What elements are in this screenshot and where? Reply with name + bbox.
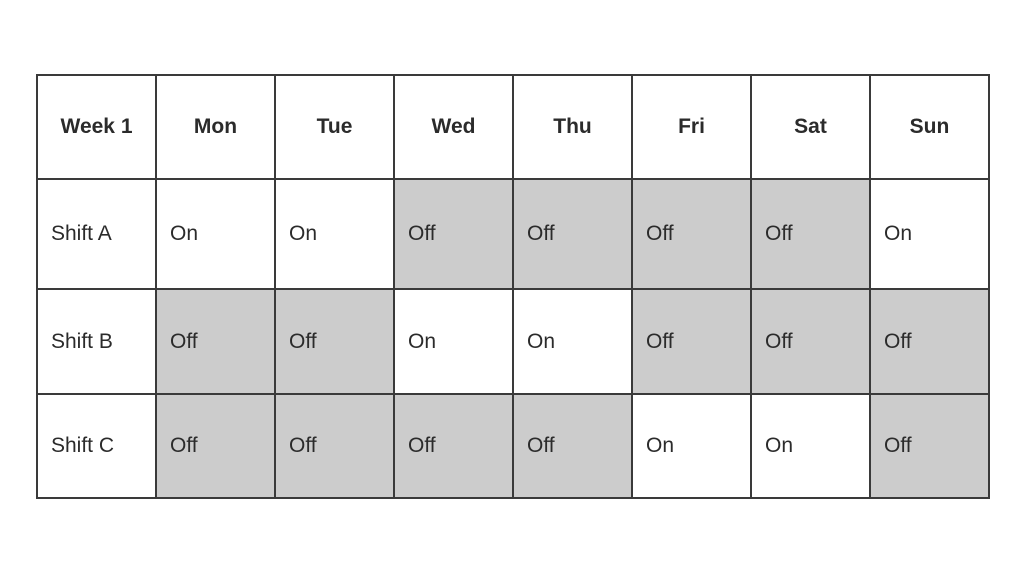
row-label-shift-c: Shift C [36, 393, 157, 499]
table-row: Shift B Off Off On On Off Off Off [36, 288, 990, 395]
cell-shift-a-wed[interactable]: Off [393, 178, 514, 290]
table-row: Shift A On On Off Off Off Off On [36, 178, 990, 290]
column-header-fri: Fri [631, 74, 752, 180]
cell-shift-c-sun[interactable]: Off [869, 393, 990, 499]
cell-shift-a-fri[interactable]: Off [631, 178, 752, 290]
cell-shift-c-mon[interactable]: Off [155, 393, 276, 499]
cell-shift-a-sun[interactable]: On [869, 178, 990, 290]
column-header-sun: Sun [869, 74, 990, 180]
row-label-shift-b: Shift B [36, 288, 157, 395]
table-header: Week 1 Mon Tue Wed Thu Fri Sat Sun [36, 74, 990, 180]
row-label-shift-a: Shift A [36, 178, 157, 290]
cell-shift-a-sat[interactable]: Off [750, 178, 871, 290]
cell-shift-a-mon[interactable]: On [155, 178, 276, 290]
cell-shift-b-wed[interactable]: On [393, 288, 514, 395]
cell-shift-b-sun[interactable]: Off [869, 288, 990, 395]
table-row: Shift C Off Off Off Off On On Off [36, 393, 990, 499]
table-body: Shift A On On Off Off Off Off On Shift B… [36, 178, 990, 499]
cell-shift-a-tue[interactable]: On [274, 178, 395, 290]
cell-shift-b-mon[interactable]: Off [155, 288, 276, 395]
cell-shift-c-tue[interactable]: Off [274, 393, 395, 499]
column-header-week: Week 1 [36, 74, 157, 180]
cell-shift-c-wed[interactable]: Off [393, 393, 514, 499]
table-header-row: Week 1 Mon Tue Wed Thu Fri Sat Sun [36, 74, 990, 180]
cell-shift-b-sat[interactable]: Off [750, 288, 871, 395]
column-header-sat: Sat [750, 74, 871, 180]
column-header-tue: Tue [274, 74, 395, 180]
shift-schedule-table: Week 1 Mon Tue Wed Thu Fri Sat Sun Shift… [36, 74, 990, 499]
column-header-thu: Thu [512, 74, 633, 180]
column-header-wed: Wed [393, 74, 514, 180]
shift-schedule-container: Week 1 Mon Tue Wed Thu Fri Sat Sun Shift… [36, 74, 990, 499]
cell-shift-c-fri[interactable]: On [631, 393, 752, 499]
cell-shift-c-sat[interactable]: On [750, 393, 871, 499]
column-header-mon: Mon [155, 74, 276, 180]
cell-shift-b-thu[interactable]: On [512, 288, 633, 395]
cell-shift-c-thu[interactable]: Off [512, 393, 633, 499]
cell-shift-a-thu[interactable]: Off [512, 178, 633, 290]
cell-shift-b-fri[interactable]: Off [631, 288, 752, 395]
cell-shift-b-tue[interactable]: Off [274, 288, 395, 395]
